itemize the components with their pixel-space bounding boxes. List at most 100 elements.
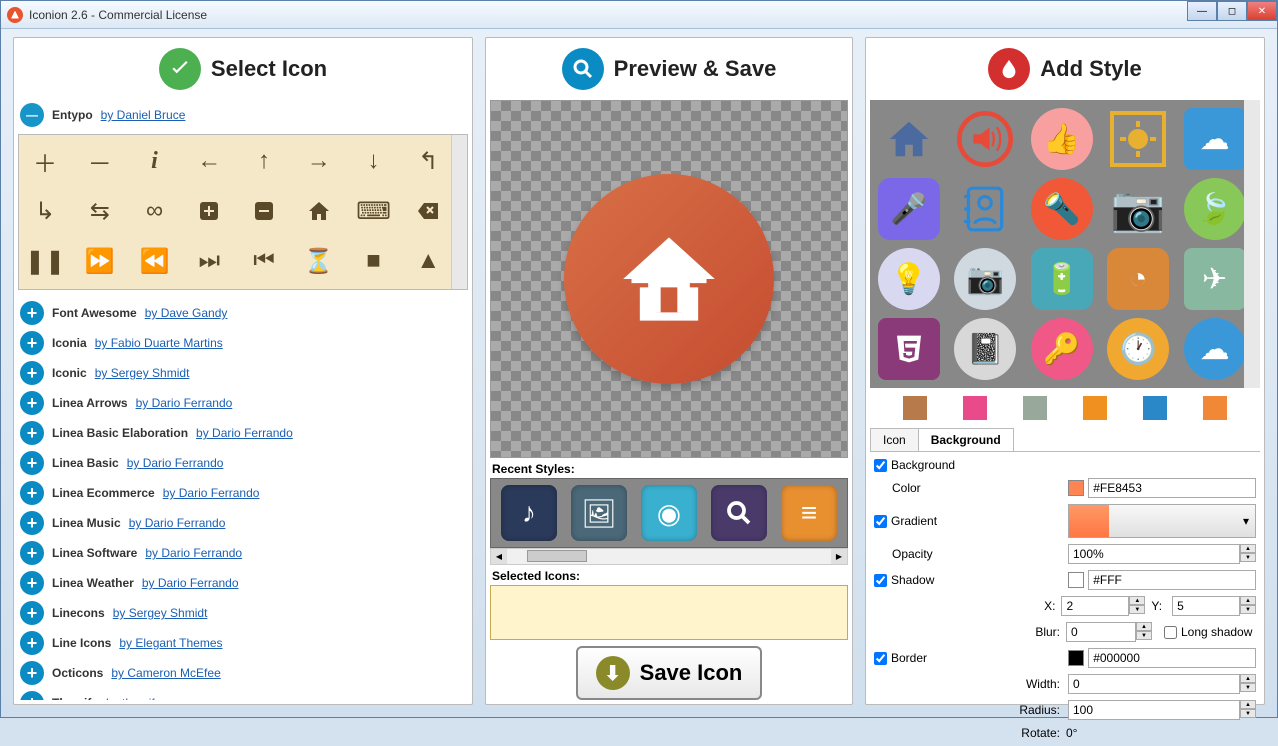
expand-icon[interactable]: + [20,571,44,595]
preset-flashlight[interactable]: 🔦 [1031,178,1093,240]
longshadow-checkbox[interactable] [1164,626,1177,639]
spin-down-icon[interactable]: ▼ [1240,553,1256,562]
plus-square-icon[interactable] [193,195,225,227]
plus-icon[interactable]: ＋ [29,145,61,177]
width-input[interactable] [1068,674,1240,694]
recent-style-image[interactable]: 🖼 [571,485,627,541]
border-color-chip[interactable] [1068,650,1084,666]
arrow-up-icon[interactable]: ↑ [248,145,280,177]
gradient-select[interactable]: ▾ [1068,504,1256,538]
shadow-color-chip[interactable] [1068,572,1084,588]
preset-html5[interactable] [878,318,940,380]
opacity-input[interactable] [1068,544,1240,564]
color-swatch[interactable] [1143,396,1167,420]
set-author-link[interactable]: by themify.me [106,696,180,700]
border-checkbox[interactable] [874,652,887,665]
arrow-left-icon[interactable]: ← [193,145,225,177]
hscrollbar[interactable]: ◀ ▶ [490,548,848,565]
color-input[interactable] [1088,478,1256,498]
pause-icon[interactable]: ❚❚ [29,245,61,277]
preset-camera[interactable]: 📷 [954,248,1016,310]
set-author-link[interactable]: by Dario Ferrando [136,396,233,410]
preset-key[interactable]: 🔑 [1031,318,1093,380]
minus-square-icon[interactable] [248,195,280,227]
preset-bulb[interactable]: 💡 [878,248,940,310]
gradient-checkbox[interactable] [874,515,887,528]
scrollbar[interactable] [451,135,467,289]
home-icon[interactable] [303,195,335,227]
preset-mic[interactable]: 🎤 [878,178,940,240]
expand-icon[interactable]: + [20,481,44,505]
eject-icon[interactable]: ▲ [412,245,444,277]
skip-back-icon[interactable]: ⏮ [248,245,280,277]
expand-icon[interactable]: + [20,391,44,415]
corner-right-icon[interactable]: ↳ [29,195,61,227]
preset-cloud[interactable]: ☁ [1184,108,1246,170]
expand-icon[interactable]: + [20,451,44,475]
set-author-link[interactable]: by Dario Ferrando [127,456,224,470]
blur-input[interactable] [1066,622,1136,642]
set-author-link[interactable]: by Dario Ferrando [163,486,260,500]
border-color-input[interactable] [1088,648,1256,668]
close-button[interactable]: ✕ [1247,1,1277,21]
tab-background[interactable]: Background [918,428,1014,451]
color-swatch[interactable] [1023,396,1047,420]
preset-pie[interactable]: ◔ [1107,248,1169,310]
set-author-link[interactable]: by Dario Ferrando [145,546,242,560]
color-swatch[interactable] [1203,396,1227,420]
preview-canvas[interactable] [490,100,848,458]
save-icon-button[interactable]: ⬇ Save Icon [576,646,763,700]
scroll-right-icon[interactable]: ▶ [831,549,847,564]
fast-forward-icon[interactable]: ⏩ [84,245,116,277]
preset-home[interactable] [878,108,940,170]
set-author-link[interactable]: by Fabio Duarte Martins [95,336,223,350]
swap-icon[interactable]: ⇆ [84,195,116,227]
spin-up-icon[interactable]: ▲ [1240,544,1256,553]
set-author-link[interactable]: by Sergey Shmidt [95,366,190,380]
set-author-link[interactable]: by Sergey Shmidt [113,606,208,620]
expand-icon[interactable]: + [20,601,44,625]
set-author-link[interactable]: by Daniel Bruce [101,108,186,122]
preset-cloud-up[interactable]: ☁ [1184,318,1246,380]
info-icon[interactable]: i [139,145,171,177]
minimize-button[interactable]: — [1187,1,1217,21]
expand-icon[interactable]: + [20,691,44,700]
set-author-link[interactable]: by Elegant Themes [119,636,222,650]
set-author-link[interactable]: by Dario Ferrando [142,576,239,590]
recent-style-list[interactable]: ≡ [781,485,837,541]
expand-icon[interactable]: + [20,421,44,445]
preset-volume[interactable] [954,108,1016,170]
set-author-link[interactable]: by Dave Gandy [145,306,228,320]
expand-icon[interactable]: + [20,631,44,655]
shadow-checkbox[interactable] [874,574,887,587]
maximize-button[interactable]: ◻ [1217,1,1247,21]
expand-icon[interactable]: + [20,511,44,535]
color-chip[interactable] [1068,480,1084,496]
selected-icons-box[interactable] [490,585,848,640]
color-swatch[interactable] [903,396,927,420]
stop-icon[interactable]: ■ [358,245,390,277]
set-author-link[interactable]: by Cameron McEfee [111,666,220,680]
expand-icon[interactable]: + [20,301,44,325]
y-input[interactable] [1172,596,1240,616]
background-checkbox[interactable] [874,459,887,472]
preset-thumbs-up[interactable]: 👍 [1031,108,1093,170]
recent-style-rewind[interactable]: ◉ [641,485,697,541]
color-swatch[interactable] [1083,396,1107,420]
preset-battery[interactable]: 🔋 [1031,248,1093,310]
x-input[interactable] [1061,596,1129,616]
scrollbar[interactable] [1244,100,1260,388]
expand-icon[interactable]: + [20,541,44,565]
recent-style-search[interactable] [711,485,767,541]
shadow-color-input[interactable] [1088,570,1256,590]
rewind-icon[interactable]: ⏪ [139,245,171,277]
set-author-link[interactable]: by Dario Ferrando [129,516,226,530]
preset-contacts[interactable] [954,178,1016,240]
backspace-icon[interactable] [412,195,444,227]
collapse-icon[interactable]: — [20,103,44,127]
preset-leaf[interactable]: 🍃 [1184,178,1246,240]
skip-forward-icon[interactable]: ⏭ [193,245,225,277]
arrow-down-icon[interactable]: ↓ [358,145,390,177]
infinity-icon[interactable]: ∞ [139,195,171,227]
radius-input[interactable] [1068,700,1240,720]
